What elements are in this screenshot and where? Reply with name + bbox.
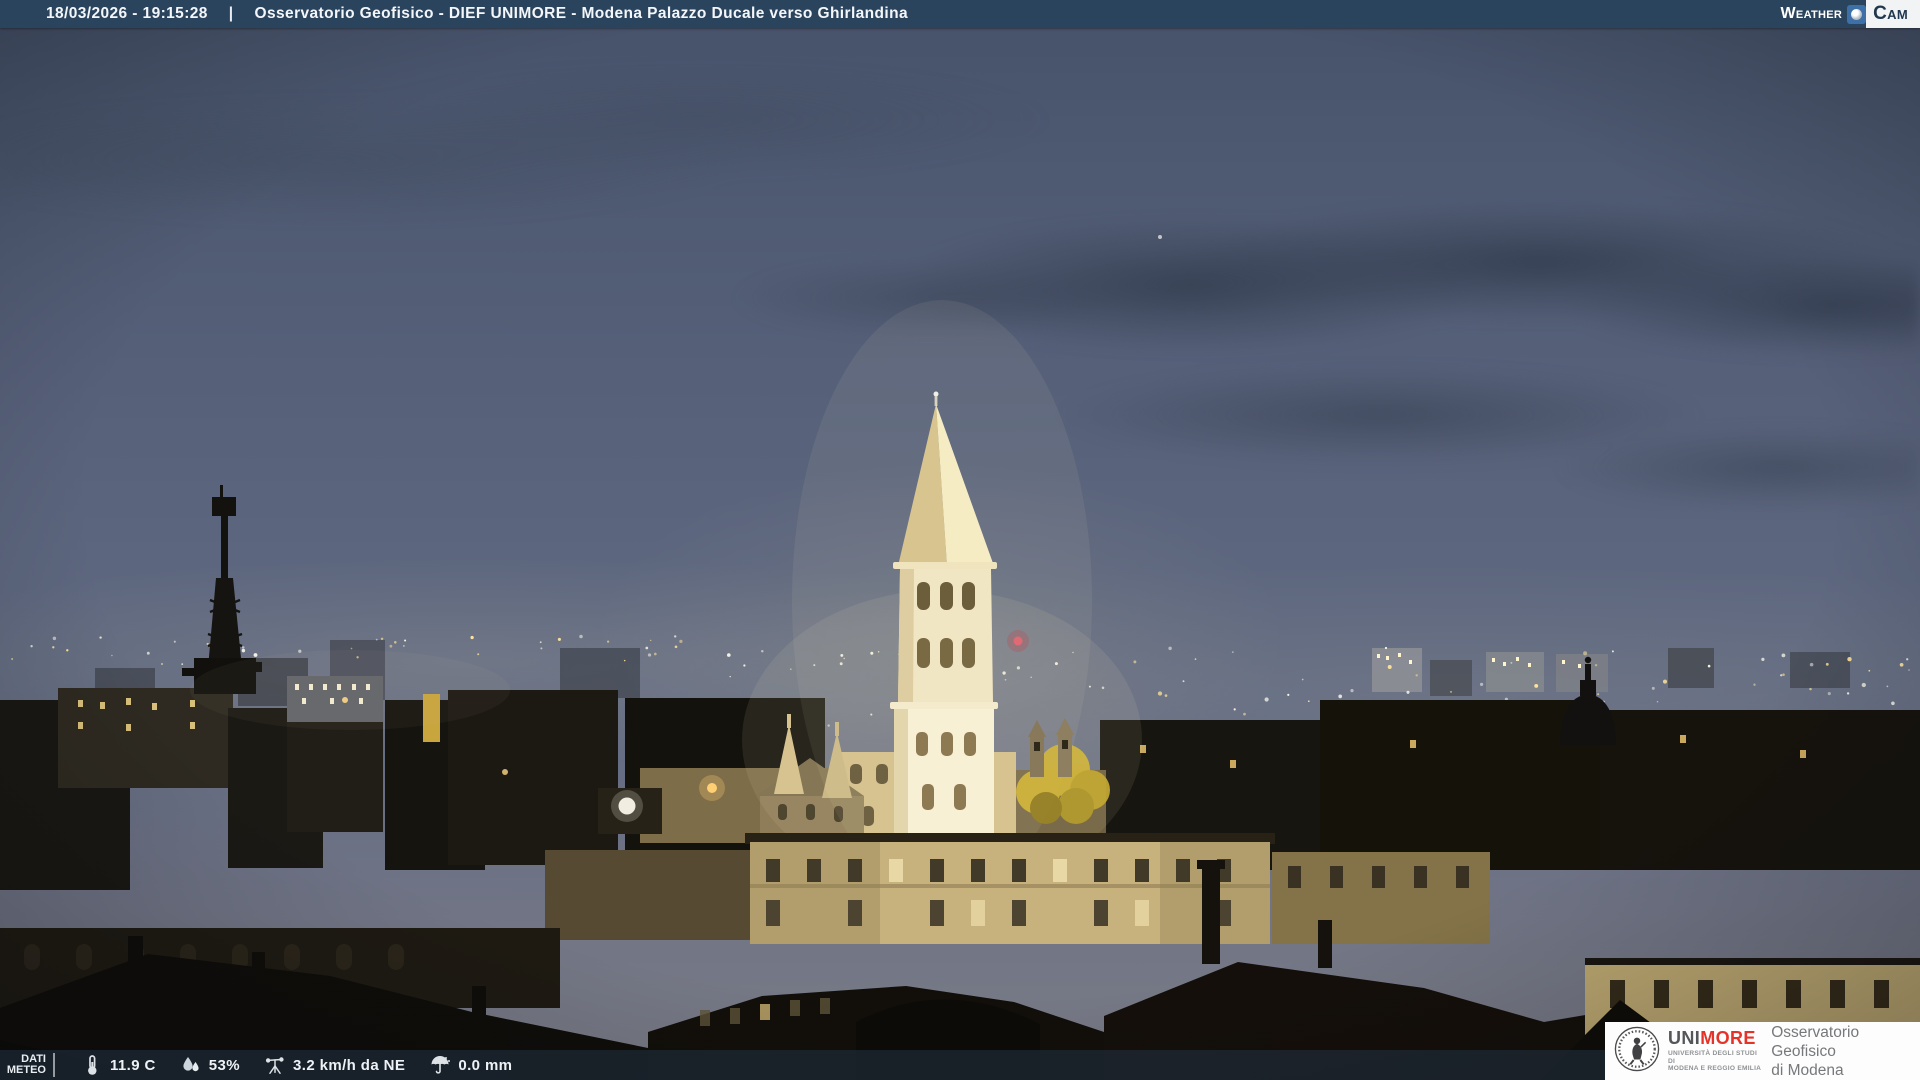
observatory-line1: Osservatorio Geofisico — [1771, 1023, 1920, 1061]
webcam-page: 18/03/2026 - 19:15:28 | Osservatorio Geo… — [0, 0, 1920, 1080]
page-title: Osservatorio Geofisico - DIEF UNIMORE - … — [255, 5, 908, 23]
title-bar: 18/03/2026 - 19:15:28 | Osservatorio Geo… — [0, 0, 1920, 28]
unimore-wordmark: UNIMORE UNIVERSITÀ DEGLI STUDI DI MODENA… — [1668, 1029, 1761, 1073]
camera-lens-icon — [1847, 5, 1866, 24]
wind-icon — [264, 1054, 286, 1076]
unimore-uni: UNI — [1668, 1028, 1700, 1048]
unimore-seal-icon — [1614, 1026, 1660, 1077]
humidity-icon — [180, 1054, 202, 1076]
meteo-label: DATI METEO — [0, 1054, 46, 1076]
temperature-value: 11.9 C — [110, 1057, 156, 1074]
cityscape-scene — [0, 0, 1920, 1080]
weathercam-logo-cam: Cam — [1866, 0, 1920, 28]
humidity-metric: 53% — [180, 1054, 240, 1076]
title-separator: | — [229, 5, 234, 23]
thermometer-icon — [81, 1054, 103, 1076]
meteo-label-line2: METEO — [0, 1065, 46, 1076]
weather-metrics: 11.9 C 53% — [81, 1054, 512, 1076]
unimore-brand-box[interactable]: UNIMORE UNIVERSITÀ DEGLI STUDI DI MODENA… — [1605, 1022, 1920, 1080]
weathercam-logo-weather: Weather — [1781, 5, 1843, 23]
wind-metric: 3.2 km/h da NE — [264, 1054, 405, 1076]
observatory-line2: di Modena — [1771, 1061, 1920, 1080]
unimore-more: MORE — [1700, 1028, 1756, 1048]
timestamp: 18/03/2026 - 19:15:28 — [46, 5, 208, 23]
weathercam-logo[interactable]: Weather Cam — [1781, 0, 1920, 28]
university-line2: MODENA E REGGIO EMILIA — [1668, 1065, 1761, 1073]
rain-icon — [429, 1054, 451, 1076]
rain-metric: 0.0 mm — [429, 1054, 512, 1076]
university-line1: UNIVERSITÀ DEGLI STUDI DI — [1668, 1050, 1761, 1065]
meteo-divider — [53, 1053, 55, 1077]
wind-value: 3.2 km/h da NE — [293, 1057, 405, 1074]
observatory-name: Osservatorio Geofisico di Modena — [1771, 1023, 1920, 1080]
humidity-value: 53% — [209, 1057, 240, 1074]
temperature-metric: 11.9 C — [81, 1054, 156, 1076]
rain-value: 0.0 mm — [458, 1057, 512, 1074]
